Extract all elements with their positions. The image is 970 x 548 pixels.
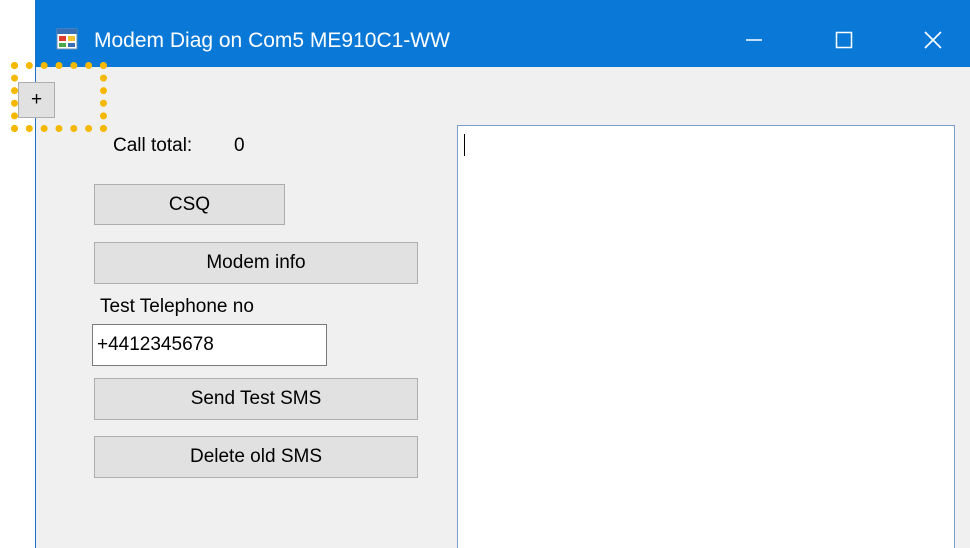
text-caret [464, 134, 465, 156]
title-bar[interactable]: Modem Diag on Com5 ME910C1-WW [36, 0, 970, 67]
send-test-sms-button[interactable]: Send Test SMS [94, 378, 418, 420]
modem-info-button[interactable]: Modem info [94, 242, 418, 284]
delete-old-sms-button[interactable]: Delete old SMS [94, 436, 418, 478]
app-form-icon [56, 28, 78, 50]
call-total-label: Call total: [113, 135, 193, 156]
test-phone-input[interactable] [92, 324, 327, 366]
modem-diag-window: Modem Diag on Com5 ME910C1-WW + Call tot… [18, 0, 970, 548]
close-button[interactable] [903, 12, 963, 67]
minimize-button[interactable] [724, 12, 784, 67]
csq-button[interactable]: CSQ [94, 184, 285, 225]
add-button[interactable]: + [18, 82, 55, 118]
window-title: Modem Diag on Com5 ME910C1-WW [94, 29, 450, 52]
call-total-value: 0 [234, 135, 245, 156]
maximize-icon [835, 31, 853, 48]
minimize-icon [746, 38, 762, 41]
maximize-button[interactable] [814, 12, 874, 67]
close-icon [924, 30, 942, 49]
log-textarea[interactable] [457, 125, 955, 548]
test-phone-label: Test Telephone no [100, 296, 254, 317]
